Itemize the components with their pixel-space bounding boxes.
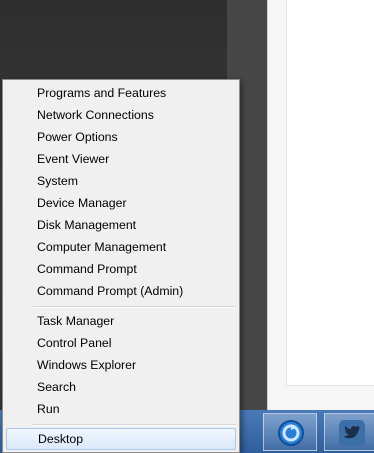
menu-item-event-viewer[interactable]: Event Viewer [6, 148, 236, 170]
window-content-pane [286, 0, 374, 386]
taskbar-button-app2[interactable] [324, 413, 374, 451]
menu-item-task-manager[interactable]: Task Manager [6, 310, 236, 332]
twitter-bird-icon [339, 420, 365, 446]
power-user-context-menu: Programs and Features Network Connection… [2, 79, 240, 453]
menu-item-run[interactable]: Run [6, 398, 236, 420]
menu-item-windows-explorer[interactable]: Windows Explorer [6, 354, 236, 376]
menu-item-control-panel[interactable]: Control Panel [6, 332, 236, 354]
menu-separator [33, 424, 236, 426]
menu-item-programs-and-features[interactable]: Programs and Features [6, 82, 236, 104]
menu-item-disk-management[interactable]: Disk Management [6, 214, 236, 236]
blue-circle-arrow-icon [278, 420, 304, 446]
menu-item-command-prompt[interactable]: Command Prompt [6, 258, 236, 280]
menu-item-command-prompt-admin[interactable]: Command Prompt (Admin) [6, 280, 236, 302]
menu-item-system[interactable]: System [6, 170, 236, 192]
menu-item-search[interactable]: Search [6, 376, 236, 398]
menu-item-device-manager[interactable]: Device Manager [6, 192, 236, 214]
menu-item-power-options[interactable]: Power Options [6, 126, 236, 148]
background-window [267, 0, 374, 410]
menu-item-network-connections[interactable]: Network Connections [6, 104, 236, 126]
menu-separator [33, 306, 236, 308]
menu-item-desktop[interactable]: Desktop [6, 428, 236, 450]
menu-item-computer-management[interactable]: Computer Management [6, 236, 236, 258]
taskbar-button-app1[interactable] [263, 413, 317, 451]
